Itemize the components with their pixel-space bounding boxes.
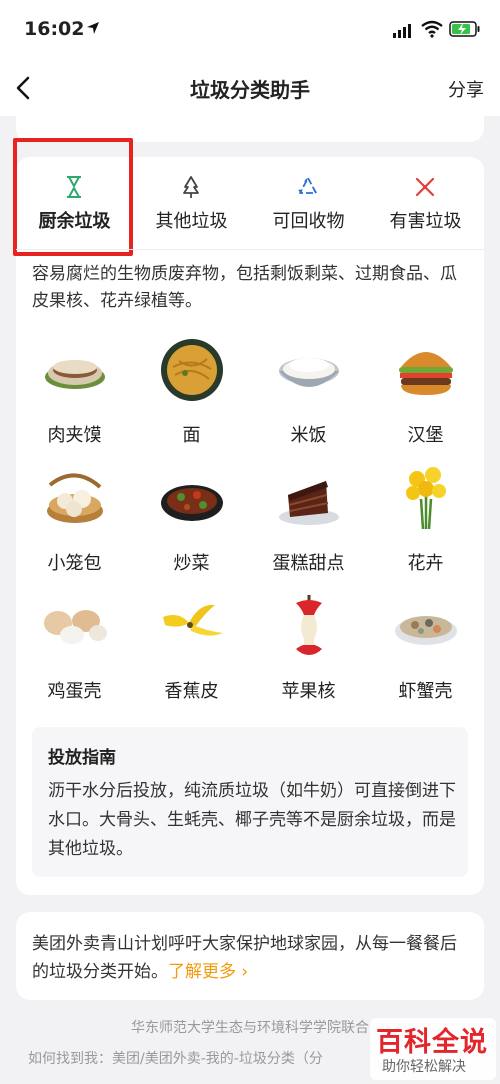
hazard-x-icon <box>415 177 435 197</box>
category-card: 厨余垃圾 其他垃圾 可回收物 有害垃圾 容易腐烂的生物质废弃物，包括剩饭剩菜、过… <box>13 138 484 895</box>
nav-bar: 垃圾分类助手 分享 <box>0 58 500 116</box>
category-description: 容易腐烂的生物质废弃物，包括剩饭剩菜、过期食品、瓜皮果核、花卉绿植等。 <box>32 264 457 311</box>
item-label: 面 <box>182 425 201 446</box>
tab-label: 可回收物 <box>272 211 345 232</box>
divider <box>16 249 484 250</box>
recycle-icon <box>298 177 317 194</box>
category-tabs: 厨余垃圾 其他垃圾 可回收物 有害垃圾 <box>13 138 484 256</box>
item-hamburger[interactable]: 汉堡 <box>367 337 484 457</box>
banana-peel-icon <box>163 604 223 636</box>
tab-label: 厨余垃圾 <box>38 211 111 232</box>
item-apple-core[interactable]: 苹果核 <box>250 593 367 713</box>
eggshell-icon <box>44 610 107 644</box>
tab-recyclable[interactable]: 可回收物 <box>250 157 367 249</box>
rice-bowl-icon <box>279 358 339 387</box>
disposal-guide: 投放指南 沥干水分后投放，纯流质垃圾（如牛奶）可直接倒进下水口。大骨头、生蚝壳、… <box>32 727 468 877</box>
item-label: 蛋糕甜点 <box>272 553 345 574</box>
item-label: 米饭 <box>290 425 327 446</box>
watermark-logo: 百科全说 助你轻松解决 <box>370 1018 496 1080</box>
flower-bouquet-icon <box>406 467 446 530</box>
steamer-basket-icon <box>47 473 103 523</box>
item-label: 苹果核 <box>281 681 336 702</box>
learn-more-link[interactable]: 了解更多 › <box>168 962 248 982</box>
promo-card: 美团外卖青山计划呼吁大家保护地球家园，从每一餐餐后的垃圾分类开始。了解更多 › <box>16 912 484 1000</box>
tab-kitchen-waste[interactable]: 厨余垃圾 <box>16 157 133 249</box>
item-label: 花卉 <box>407 553 444 574</box>
watermark-main: 百科全说 <box>376 1027 488 1058</box>
item-rice[interactable]: 米饭 <box>250 337 367 457</box>
item-stir-fry[interactable]: 炒菜 <box>133 465 250 585</box>
share-button[interactable]: 分享 <box>448 76 484 102</box>
item-label: 汉堡 <box>407 425 444 446</box>
apple-core-icon <box>296 595 322 655</box>
item-roujiamo[interactable]: 肉夹馍 <box>16 337 133 457</box>
roujiamo-icon <box>45 360 105 389</box>
guide-title: 投放指南 <box>48 748 116 768</box>
wifi-icon <box>421 20 443 38</box>
tree-outline-icon <box>183 176 199 198</box>
hourglass-icon <box>67 176 81 198</box>
previous-card-edge <box>16 116 484 142</box>
item-xiaolongbao[interactable]: 小笼包 <box>16 465 133 585</box>
stir-fry-icon <box>161 485 223 521</box>
noodles-icon <box>161 339 223 401</box>
item-flowers[interactable]: 花卉 <box>367 465 484 585</box>
location-arrow-icon <box>87 22 99 34</box>
item-noodles[interactable]: 面 <box>133 337 250 457</box>
shell-pile-icon <box>395 616 457 645</box>
item-label: 香蕉皮 <box>164 681 219 702</box>
item-label: 小笼包 <box>47 553 102 574</box>
guide-body: 沥干水分后投放，纯流质垃圾（如牛奶）可直接倒进下水口。大骨头、生蚝壳、椰子壳等不… <box>48 781 456 859</box>
item-label: 鸡蛋壳 <box>47 681 102 702</box>
cellular-signal-icon <box>393 24 411 38</box>
tab-label: 有害垃圾 <box>389 211 462 232</box>
tab-other-waste[interactable]: 其他垃圾 <box>133 157 250 249</box>
watermark-sub: 助你轻松解决 <box>382 1059 466 1075</box>
item-eggshell[interactable]: 鸡蛋壳 <box>16 593 133 713</box>
page-title: 垃圾分类助手 <box>190 78 310 102</box>
hamburger-icon <box>399 352 453 395</box>
tab-hazardous[interactable]: 有害垃圾 <box>367 157 484 249</box>
item-label: 炒菜 <box>173 553 210 574</box>
item-label: 虾蟹壳 <box>398 681 453 702</box>
footer-howto: 如何找到我：美团/美团外卖-我的-垃圾分类（分 <box>28 1051 323 1067</box>
promo-text-block: 美团外卖青山计划呼吁大家保护地球家园，从每一餐餐后的垃圾分类开始。了解更多 › <box>32 930 468 986</box>
tab-label: 其他垃圾 <box>155 211 228 232</box>
item-shrimp-crab-shell[interactable]: 虾蟹壳 <box>367 593 484 713</box>
item-banana-peel[interactable]: 香蕉皮 <box>133 593 250 713</box>
cake-icon <box>279 481 339 525</box>
item-cake[interactable]: 蛋糕甜点 <box>250 465 367 585</box>
status-bar: 16:02 <box>0 0 500 58</box>
battery-charging-icon <box>449 21 480 37</box>
item-label: 肉夹馍 <box>47 425 102 446</box>
status-time: 16:02 <box>24 18 85 40</box>
